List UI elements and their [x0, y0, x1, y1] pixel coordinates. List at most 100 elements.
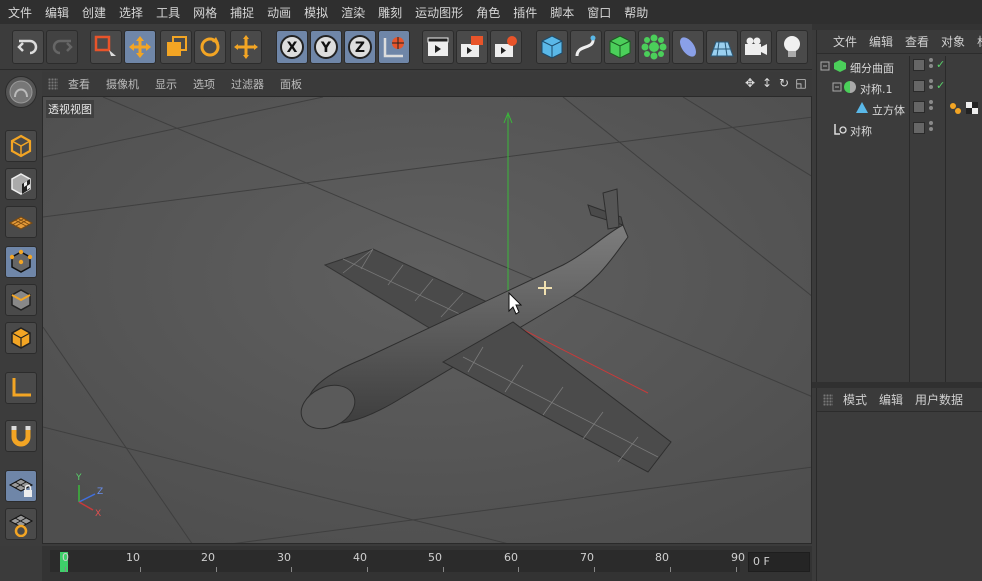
redo-button[interactable]: [46, 30, 78, 64]
pan-icon[interactable]: ✥: [743, 76, 757, 90]
viewport-menu-view[interactable]: 查看: [68, 76, 90, 92]
floor-button[interactable]: [706, 30, 738, 64]
object-manager-header: 文件 编辑 查看 对象 标: [817, 30, 982, 54]
viewport-menu-options[interactable]: 选项: [193, 76, 215, 92]
undo-button[interactable]: [12, 30, 44, 64]
layer-color-box[interactable]: [913, 80, 925, 92]
attribute-menu-mode[interactable]: 模式: [843, 391, 867, 408]
polygons-mode-icon: [11, 327, 31, 349]
visibility-dots[interactable]: [929, 100, 933, 114]
enabled-check-icon[interactable]: ✓: [936, 79, 945, 92]
z-axis-lock-button[interactable]: Z: [344, 30, 376, 64]
menu-file[interactable]: 文件: [8, 4, 32, 21]
viewport-menu-panel[interactable]: 面板: [280, 76, 302, 92]
menu-help[interactable]: 帮助: [624, 4, 648, 21]
menu-simulate[interactable]: 模拟: [304, 4, 328, 21]
move-button[interactable]: [124, 30, 156, 64]
menu-character[interactable]: 角色: [476, 4, 500, 21]
object-name[interactable]: 细分曲面: [850, 60, 894, 76]
x-axis-lock-button[interactable]: X: [276, 30, 308, 64]
menu-tools[interactable]: 工具: [156, 4, 180, 21]
render-settings-button[interactable]: [490, 30, 522, 64]
object-menu-edit[interactable]: 编辑: [869, 33, 893, 50]
menu-window[interactable]: 窗口: [587, 4, 611, 21]
visibility-dots[interactable]: [929, 79, 933, 93]
object-menu-objects[interactable]: 对象: [941, 33, 965, 50]
viewport-menu-filter[interactable]: 过滤器: [231, 76, 264, 92]
rotate-icon: [200, 37, 220, 57]
object-name[interactable]: 对称.1: [860, 81, 893, 97]
object-row[interactable]: 对称.1 ✓: [817, 77, 982, 98]
object-name[interactable]: 对称: [850, 123, 872, 139]
object-row[interactable]: 细分曲面 ✓: [817, 56, 982, 77]
workplane-mode-button[interactable]: [5, 206, 37, 238]
spline-pen-button[interactable]: [570, 30, 602, 64]
attribute-menu-edit[interactable]: 编辑: [879, 391, 903, 408]
menu-create[interactable]: 创建: [82, 4, 106, 21]
snap-magnet-button[interactable]: [5, 420, 37, 452]
object-name[interactable]: 立方体: [872, 102, 905, 118]
current-frame-field[interactable]: 0 F: [748, 552, 810, 572]
layer-color-box[interactable]: [913, 101, 925, 113]
layer-color-box[interactable]: [913, 122, 925, 134]
orbit-icon[interactable]: ↻: [777, 76, 791, 90]
perspective-viewport[interactable]: 透视视图 Y Z X: [42, 96, 812, 544]
visibility-dots[interactable]: [929, 58, 933, 72]
menu-mograph[interactable]: 运动图形: [415, 4, 463, 21]
scale-button[interactable]: [160, 30, 192, 64]
grip-handle-icon[interactable]: [823, 393, 833, 406]
model-mode-icon: [10, 134, 32, 158]
visibility-dots[interactable]: [929, 121, 933, 135]
object-row[interactable]: 对称: [817, 119, 982, 140]
menu-animate[interactable]: 动画: [267, 4, 291, 21]
object-menu-tags[interactable]: 标: [977, 33, 982, 50]
zoom-icon[interactable]: ↕: [760, 76, 774, 90]
light-button[interactable]: [776, 30, 808, 64]
layer-color-box[interactable]: [913, 59, 925, 71]
make-editable-button[interactable]: [5, 76, 37, 108]
live-select-button[interactable]: [90, 30, 122, 64]
timeline-ruler[interactable]: 0 10 20 30 40 50 60 70 80 90: [50, 550, 745, 572]
points-mode-button[interactable]: [5, 246, 37, 278]
planar-workplane-button[interactable]: [5, 508, 37, 540]
menu-edit[interactable]: 编辑: [45, 4, 69, 21]
tree-collapse-icon[interactable]: [819, 59, 833, 73]
menu-script[interactable]: 脚本: [550, 4, 574, 21]
y-axis-lock-button[interactable]: Y: [310, 30, 342, 64]
menu-select[interactable]: 选择: [119, 4, 143, 21]
object-menu-view[interactable]: 查看: [905, 33, 929, 50]
grip-handle-icon[interactable]: [48, 78, 58, 90]
lock-workplane-button[interactable]: [5, 470, 37, 502]
polygons-mode-button[interactable]: [5, 322, 37, 354]
attribute-menu-user-data[interactable]: 用户数据: [915, 391, 963, 408]
menu-snap[interactable]: 捕捉: [230, 4, 254, 21]
menu-plugins[interactable]: 插件: [513, 4, 537, 21]
deformer-button[interactable]: [672, 30, 704, 64]
texture-tag-icon[interactable]: [965, 101, 979, 115]
enabled-check-icon[interactable]: ✓: [936, 58, 945, 71]
phong-tag-icon[interactable]: [949, 101, 963, 115]
rotate-button[interactable]: [194, 30, 226, 64]
axis-mode-button[interactable]: [5, 372, 37, 404]
cube-primitive-button[interactable]: [536, 30, 568, 64]
texture-mode-button[interactable]: [5, 168, 37, 200]
maximize-view-icon[interactable]: ◱: [794, 76, 808, 90]
tick-label: 20: [201, 551, 215, 564]
menu-sculpt[interactable]: 雕刻: [378, 4, 402, 21]
subdivision-surface-button[interactable]: [604, 30, 636, 64]
timeline: 0 10 20 30 40 50 60 70 80 90 0 F: [42, 546, 812, 581]
render-picture-viewer-button[interactable]: [456, 30, 488, 64]
model-mode-button[interactable]: [5, 130, 37, 162]
menu-render[interactable]: 渲染: [341, 4, 365, 21]
viewport-menu-display[interactable]: 显示: [155, 76, 177, 92]
move-alt-button[interactable]: [230, 30, 262, 64]
viewport-menu-cameras[interactable]: 摄像机: [106, 76, 139, 92]
menu-mesh[interactable]: 网格: [193, 4, 217, 21]
object-menu-file[interactable]: 文件: [833, 33, 857, 50]
edges-mode-button[interactable]: [5, 284, 37, 316]
object-row[interactable]: 立方体: [817, 98, 982, 119]
world-coordinates-button[interactable]: [378, 30, 410, 64]
render-view-button[interactable]: [422, 30, 454, 64]
camera-button[interactable]: [740, 30, 772, 64]
cloner-button[interactable]: [638, 30, 670, 64]
